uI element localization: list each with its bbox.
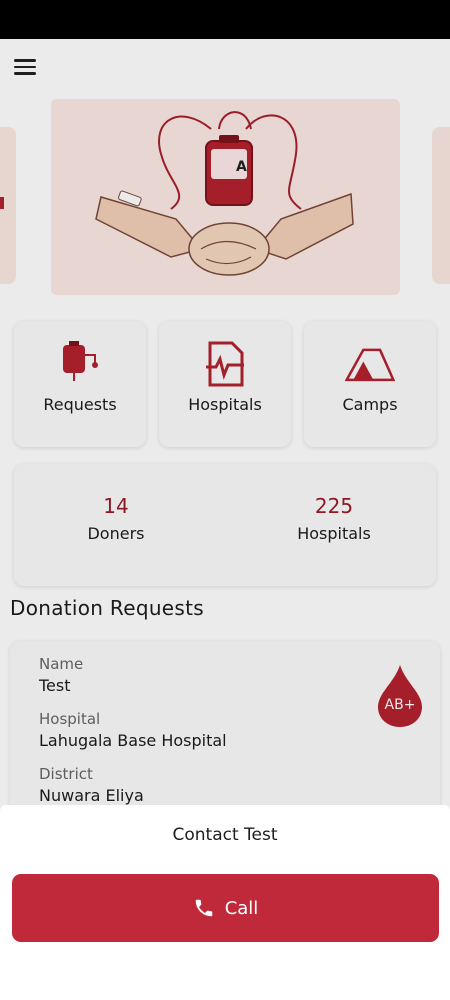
- contact-bottom-sheet: Contact Test Call: [0, 805, 450, 1000]
- phone-icon: [195, 899, 212, 917]
- contact-sheet-title: Contact Test: [172, 825, 278, 845]
- call-label: Call: [224, 897, 259, 919]
- call-button[interactable]: Call: [12, 874, 439, 942]
